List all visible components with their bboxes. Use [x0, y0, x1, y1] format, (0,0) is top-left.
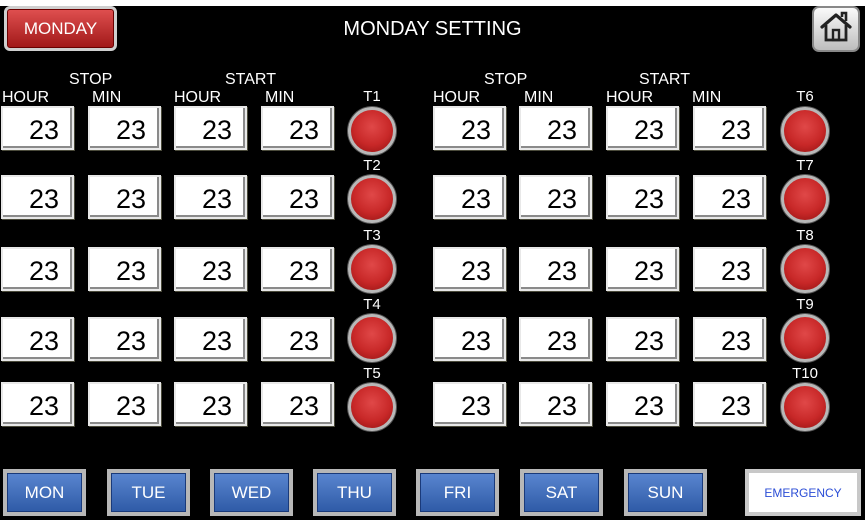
nav-sun-button[interactable]: SUN	[624, 469, 707, 516]
left-start-min-label: MIN	[265, 89, 295, 106]
timer-label: T2	[363, 157, 381, 174]
stop-hour-field[interactable]: 23	[1, 106, 74, 150]
timer-lamp-button[interactable]	[348, 383, 396, 431]
timer-lamp-button[interactable]	[781, 245, 829, 293]
timer-label: T1	[363, 88, 381, 105]
start-min-field[interactable]: 23	[693, 106, 766, 150]
nav-sat-button[interactable]: SAT	[520, 469, 603, 516]
stop-hour-field[interactable]: 23	[433, 247, 506, 291]
timer-lamp-button[interactable]	[348, 314, 396, 362]
stop-min-field[interactable]: 23	[519, 247, 592, 291]
start-min-field[interactable]: 23	[693, 175, 766, 219]
stop-min-field[interactable]: 23	[519, 106, 592, 150]
timer-lamp-button[interactable]	[781, 175, 829, 223]
nav-tue-button[interactable]: TUE	[107, 469, 190, 516]
start-hour-field[interactable]: 23	[174, 382, 247, 426]
stop-hour-field[interactable]: 23	[1, 175, 74, 219]
top-strip	[0, 0, 865, 6]
start-min-field[interactable]: 23	[693, 247, 766, 291]
nav-wed-button[interactable]: WED	[210, 469, 293, 516]
start-hour-field[interactable]: 23	[174, 175, 247, 219]
right-stop-label: STOP	[484, 71, 528, 88]
timer-lamp-button[interactable]	[781, 383, 829, 431]
timer-label: T7	[796, 157, 814, 174]
timer-lamp-button[interactable]	[348, 245, 396, 293]
emergency-button[interactable]: EMERGENCY	[745, 469, 861, 516]
start-hour-field[interactable]: 23	[606, 247, 679, 291]
right-start-min-label: MIN	[692, 89, 722, 106]
stop-min-field[interactable]: 23	[88, 247, 161, 291]
page-title: MONDAY SETTING	[343, 18, 522, 40]
left-stop-hour-label: HOUR	[2, 89, 50, 106]
timer-label: T4	[363, 296, 381, 313]
left-start-label: START	[225, 71, 276, 88]
stop-hour-field[interactable]: 23	[433, 175, 506, 219]
stop-hour-field[interactable]: 23	[433, 317, 506, 361]
nav-mon-button[interactable]: MON	[3, 469, 86, 516]
start-min-field[interactable]: 23	[261, 317, 334, 361]
right-start-hour-label: HOUR	[606, 89, 654, 106]
start-hour-field[interactable]: 23	[606, 175, 679, 219]
start-hour-field[interactable]: 23	[174, 317, 247, 361]
timer-label: T9	[796, 296, 814, 313]
left-stop-label: STOP	[69, 71, 113, 88]
start-hour-field[interactable]: 23	[606, 317, 679, 361]
start-min-field[interactable]: 23	[261, 382, 334, 426]
start-min-field[interactable]: 23	[693, 382, 766, 426]
left-stop-min-label: MIN	[92, 89, 122, 106]
stop-hour-field[interactable]: 23	[433, 382, 506, 426]
stop-min-field[interactable]: 23	[519, 175, 592, 219]
stop-hour-field[interactable]: 23	[1, 317, 74, 361]
right-stop-min-label: MIN	[524, 89, 554, 106]
timer-label: T10	[792, 365, 818, 382]
timer-lamp-button[interactable]	[348, 175, 396, 223]
stop-min-field[interactable]: 23	[519, 317, 592, 361]
stop-hour-field[interactable]: 23	[1, 382, 74, 426]
right-start-label: START	[639, 71, 690, 88]
left-start-hour-label: HOUR	[174, 89, 222, 106]
home-icon	[819, 11, 853, 48]
timer-label: T3	[363, 227, 381, 244]
nav-fri-button[interactable]: FRI	[416, 469, 499, 516]
right-stop-hour-label: HOUR	[433, 89, 481, 106]
timer-label: T5	[363, 365, 381, 382]
timer-label: T6	[796, 88, 814, 105]
start-hour-field[interactable]: 23	[606, 382, 679, 426]
stop-min-field[interactable]: 23	[88, 382, 161, 426]
start-min-field[interactable]: 23	[693, 317, 766, 361]
stop-hour-field[interactable]: 23	[1, 247, 74, 291]
start-hour-field[interactable]: 23	[174, 247, 247, 291]
start-min-field[interactable]: 23	[261, 175, 334, 219]
stop-min-field[interactable]: 23	[88, 106, 161, 150]
start-min-field[interactable]: 23	[261, 247, 334, 291]
timer-label: T8	[796, 227, 814, 244]
timer-lamp-button[interactable]	[781, 107, 829, 155]
start-hour-field[interactable]: 23	[174, 106, 247, 150]
stop-hour-field[interactable]: 23	[433, 106, 506, 150]
home-button[interactable]	[812, 6, 860, 52]
start-min-field[interactable]: 23	[261, 106, 334, 150]
nav-thu-button[interactable]: THU	[313, 469, 396, 516]
stop-min-field[interactable]: 23	[519, 382, 592, 426]
timer-lamp-button[interactable]	[348, 107, 396, 155]
timer-lamp-button[interactable]	[781, 314, 829, 362]
start-hour-field[interactable]: 23	[606, 106, 679, 150]
stop-min-field[interactable]: 23	[88, 175, 161, 219]
stop-min-field[interactable]: 23	[88, 317, 161, 361]
